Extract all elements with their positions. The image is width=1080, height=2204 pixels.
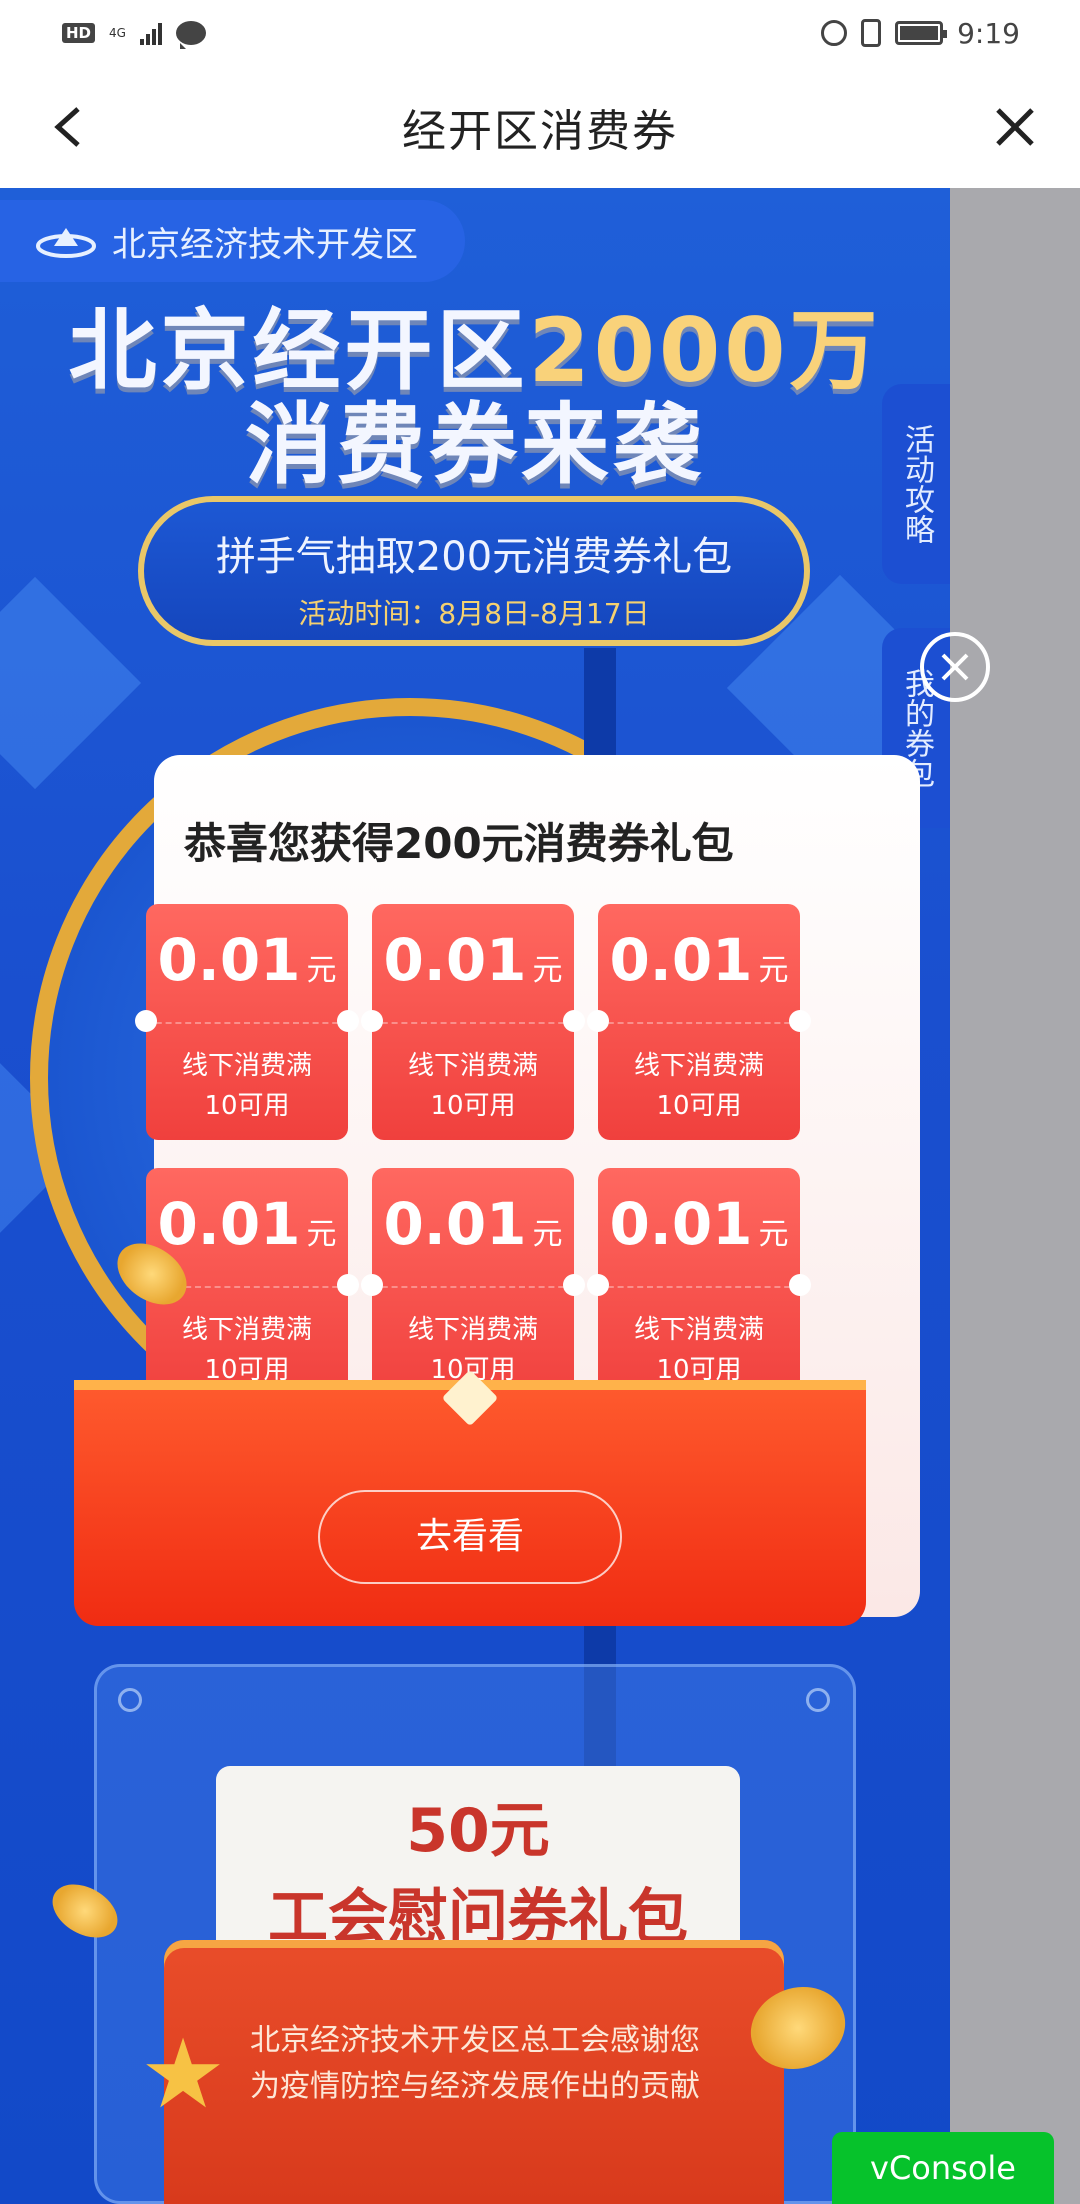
alarm-icon [821, 20, 848, 46]
message-icon [175, 21, 206, 49]
coupon-card: 0.01 元 线下消费满 10可用 [361, 904, 585, 1140]
panel-bolt [806, 1688, 830, 1712]
hd-badge: HD [62, 23, 96, 43]
status-bar: HD 4G 9:19 [0, 0, 1080, 66]
star-icon: ★ [140, 2018, 227, 2130]
tab-activity-guide[interactable]: 活动攻略 [882, 384, 950, 584]
vconsole-button[interactable]: vConsole [832, 2132, 1054, 2204]
activity-pill: 拼手气抽取200元消费券礼包 活动时间：8月8日-8月17日 [138, 496, 810, 646]
status-left: HD 4G [62, 21, 206, 49]
panel-bolt [118, 1688, 142, 1712]
coupon-card: 0.01 元 线下消费满 10可用 [587, 1168, 811, 1404]
coupon-card: 0.01 元 线下消费满 10可用 [587, 904, 811, 1140]
nav-bar: 经开区消费券 [0, 66, 1080, 188]
decor-tile [0, 576, 142, 790]
signal-icon [139, 21, 162, 45]
activity-time: 活动时间：8月8日-8月17日 [298, 597, 650, 630]
ticket-amount: 50元 [406, 1796, 550, 1866]
back-icon[interactable] [44, 102, 90, 152]
modal-close-icon[interactable] [920, 632, 990, 702]
vibrate-icon [861, 19, 882, 47]
coupon-card: 0.01 元 线下消费满 10可用 [135, 904, 359, 1140]
org-name: 北京经济技术开发区 [112, 224, 418, 265]
status-time: 9:19 [957, 16, 1020, 50]
battery-icon [895, 21, 948, 45]
network-type: 4G [109, 26, 126, 40]
org-banner: 北京经济技术开发区 [0, 200, 465, 282]
close-icon[interactable] [990, 102, 1040, 152]
status-right: 9:19 [821, 17, 1020, 50]
coupon-card: 0.01 元 线下消费满 10可用 [361, 1168, 585, 1404]
modal-heading: 恭喜您获得200元消费券礼包 [184, 819, 734, 868]
side-overlay [950, 188, 1080, 2204]
page-title: 经开区消费券 [402, 106, 678, 157]
org-logo-icon [36, 228, 96, 258]
hero-title-line2: 消费券来袭 [244, 393, 705, 496]
view-coupons-button[interactable]: 去看看 [318, 1490, 622, 1584]
pill-main-text: 拼手气抽取200元消费券礼包 [215, 534, 733, 580]
